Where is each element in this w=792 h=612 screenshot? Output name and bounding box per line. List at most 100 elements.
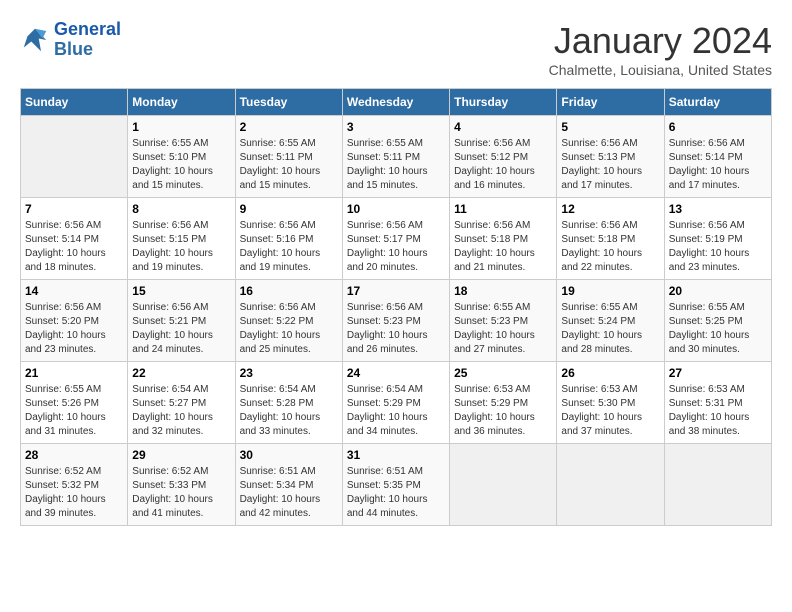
day-info: Sunrise: 6:54 AM Sunset: 5:28 PM Dayligh… [240,383,338,439]
calendar-cell: 20Sunrise: 6:55 AM Sunset: 5:25 PM Dayli… [664,280,771,362]
day-info: Sunrise: 6:53 AM Sunset: 5:31 PM Dayligh… [669,383,767,439]
calendar-week-row: 1 Sunrise: 6:55 AM Sunset: 5:10 PM Daylig… [21,116,772,198]
calendar-cell [21,116,128,198]
calendar-week-row: 7Sunrise: 6:56 AM Sunset: 5:14 PM Daylig… [21,198,772,280]
calendar-cell: 17 Sunrise: 6:56 AM Sunset: 5:23 PM Dayli… [342,280,449,362]
calendar-header-row: SundayMondayTuesdayWednesdayThursdayFrid… [21,89,772,116]
day-info: Sunrise: 6:56 AM Sunset: 5:18 PM Dayligh… [561,219,659,275]
day-number: 15 [132,284,230,298]
logo: General Blue [20,20,121,60]
day-header-wednesday: Wednesday [342,89,449,116]
calendar-cell: 12 Sunrise: 6:56 AM Sunset: 5:18 PM Dayli… [557,198,664,280]
day-number: 14 [25,284,123,298]
day-info: Sunrise: 6:54 AM Sunset: 5:27 PM Dayligh… [132,383,230,439]
logo-text: General Blue [54,20,121,60]
day-info: Sunrise: 6:56 AM Sunset: 5:20 PM Dayligh… [25,301,123,357]
logo-line2: Blue [54,40,121,60]
day-number: 22 [132,366,230,380]
month-title: January 2024 [549,20,772,62]
day-info: Sunrise: 6:55 AM Sunset: 5:11 PM Dayligh… [240,137,338,193]
day-number: 29 [132,448,230,462]
day-number: 12 [561,202,659,216]
day-number: 1 [132,120,230,134]
day-header-monday: Monday [128,89,235,116]
calendar-week-row: 21Sunrise: 6:55 AM Sunset: 5:26 PM Dayli… [21,362,772,444]
calendar-cell: 24Sunrise: 6:54 AM Sunset: 5:29 PM Dayli… [342,362,449,444]
calendar-cell: 22 Sunrise: 6:54 AM Sunset: 5:27 PM Dayli… [128,362,235,444]
day-number: 16 [240,284,338,298]
day-info: Sunrise: 6:56 AM Sunset: 5:22 PM Dayligh… [240,301,338,357]
day-number: 24 [347,366,445,380]
day-info: Sunrise: 6:55 AM Sunset: 5:24 PM Dayligh… [561,301,659,357]
calendar-cell: 4 Sunrise: 6:56 AM Sunset: 5:12 PM Daylig… [450,116,557,198]
day-number: 8 [132,202,230,216]
calendar-cell: 25 Sunrise: 6:53 AM Sunset: 5:29 PM Dayli… [450,362,557,444]
day-number: 26 [561,366,659,380]
calendar-cell: 26 Sunrise: 6:53 AM Sunset: 5:30 PM Dayli… [557,362,664,444]
day-number: 28 [25,448,123,462]
day-number: 10 [347,202,445,216]
logo-line1: General [54,19,121,39]
day-number: 5 [561,120,659,134]
day-number: 4 [454,120,552,134]
day-info: Sunrise: 6:52 AM Sunset: 5:32 PM Dayligh… [25,465,123,521]
calendar-cell: 31Sunrise: 6:51 AM Sunset: 5:35 PM Dayli… [342,444,449,526]
day-info: Sunrise: 6:56 AM Sunset: 5:17 PM Dayligh… [347,219,445,275]
day-number: 13 [669,202,767,216]
calendar-cell: 6 Sunrise: 6:56 AM Sunset: 5:14 PM Daylig… [664,116,771,198]
logo-icon [20,25,50,55]
day-info: Sunrise: 6:53 AM Sunset: 5:30 PM Dayligh… [561,383,659,439]
calendar-week-row: 28 Sunrise: 6:52 AM Sunset: 5:32 PM Dayli… [21,444,772,526]
calendar-cell: 5 Sunrise: 6:56 AM Sunset: 5:13 PM Daylig… [557,116,664,198]
calendar-cell: 1 Sunrise: 6:55 AM Sunset: 5:10 PM Daylig… [128,116,235,198]
day-number: 17 [347,284,445,298]
day-info: Sunrise: 6:56 AM Sunset: 5:15 PM Dayligh… [132,219,230,275]
calendar-cell: 23Sunrise: 6:54 AM Sunset: 5:28 PM Dayli… [235,362,342,444]
day-number: 6 [669,120,767,134]
calendar-cell: 19 Sunrise: 6:55 AM Sunset: 5:24 PM Dayli… [557,280,664,362]
calendar-cell: 7Sunrise: 6:56 AM Sunset: 5:14 PM Daylig… [21,198,128,280]
day-info: Sunrise: 6:56 AM Sunset: 5:21 PM Dayligh… [132,301,230,357]
calendar-cell: 14 Sunrise: 6:56 AM Sunset: 5:20 PM Dayli… [21,280,128,362]
calendar-cell: 29 Sunrise: 6:52 AM Sunset: 5:33 PM Dayli… [128,444,235,526]
day-number: 3 [347,120,445,134]
day-number: 9 [240,202,338,216]
calendar-cell: 16 Sunrise: 6:56 AM Sunset: 5:22 PM Dayli… [235,280,342,362]
day-info: Sunrise: 6:51 AM Sunset: 5:34 PM Dayligh… [240,465,338,521]
day-info: Sunrise: 6:56 AM Sunset: 5:23 PM Dayligh… [347,301,445,357]
day-info: Sunrise: 6:56 AM Sunset: 5:14 PM Dayligh… [25,219,123,275]
calendar-cell: 27 Sunrise: 6:53 AM Sunset: 5:31 PM Dayli… [664,362,771,444]
day-info: Sunrise: 6:55 AM Sunset: 5:11 PM Dayligh… [347,137,445,193]
day-number: 11 [454,202,552,216]
calendar-cell [557,444,664,526]
day-info: Sunrise: 6:52 AM Sunset: 5:33 PM Dayligh… [132,465,230,521]
day-number: 19 [561,284,659,298]
day-info: Sunrise: 6:56 AM Sunset: 5:12 PM Dayligh… [454,137,552,193]
day-number: 18 [454,284,552,298]
header: General Blue January 2024 Chalmette, Lou… [20,20,772,78]
calendar-cell: 11Sunrise: 6:56 AM Sunset: 5:18 PM Dayli… [450,198,557,280]
day-number: 25 [454,366,552,380]
calendar-cell: 28 Sunrise: 6:52 AM Sunset: 5:32 PM Dayli… [21,444,128,526]
calendar-cell [664,444,771,526]
calendar-cell: 2 Sunrise: 6:55 AM Sunset: 5:11 PM Daylig… [235,116,342,198]
day-header-sunday: Sunday [21,89,128,116]
day-number: 21 [25,366,123,380]
day-number: 30 [240,448,338,462]
calendar-table: SundayMondayTuesdayWednesdayThursdayFrid… [20,88,772,526]
title-area: January 2024 Chalmette, Louisiana, Unite… [549,20,772,78]
calendar-cell: 30 Sunrise: 6:51 AM Sunset: 5:34 PM Dayli… [235,444,342,526]
day-number: 27 [669,366,767,380]
calendar-cell: 21Sunrise: 6:55 AM Sunset: 5:26 PM Dayli… [21,362,128,444]
calendar-cell [450,444,557,526]
day-info: Sunrise: 6:51 AM Sunset: 5:35 PM Dayligh… [347,465,445,521]
day-info: Sunrise: 6:55 AM Sunset: 5:23 PM Dayligh… [454,301,552,357]
day-info: Sunrise: 6:56 AM Sunset: 5:14 PM Dayligh… [669,137,767,193]
day-info: Sunrise: 6:56 AM Sunset: 5:13 PM Dayligh… [561,137,659,193]
day-number: 2 [240,120,338,134]
calendar-cell: 15 Sunrise: 6:56 AM Sunset: 5:21 PM Dayli… [128,280,235,362]
calendar-cell: 9Sunrise: 6:56 AM Sunset: 5:16 PM Daylig… [235,198,342,280]
day-header-thursday: Thursday [450,89,557,116]
day-info: Sunrise: 6:55 AM Sunset: 5:10 PM Dayligh… [132,137,230,193]
day-info: Sunrise: 6:53 AM Sunset: 5:29 PM Dayligh… [454,383,552,439]
